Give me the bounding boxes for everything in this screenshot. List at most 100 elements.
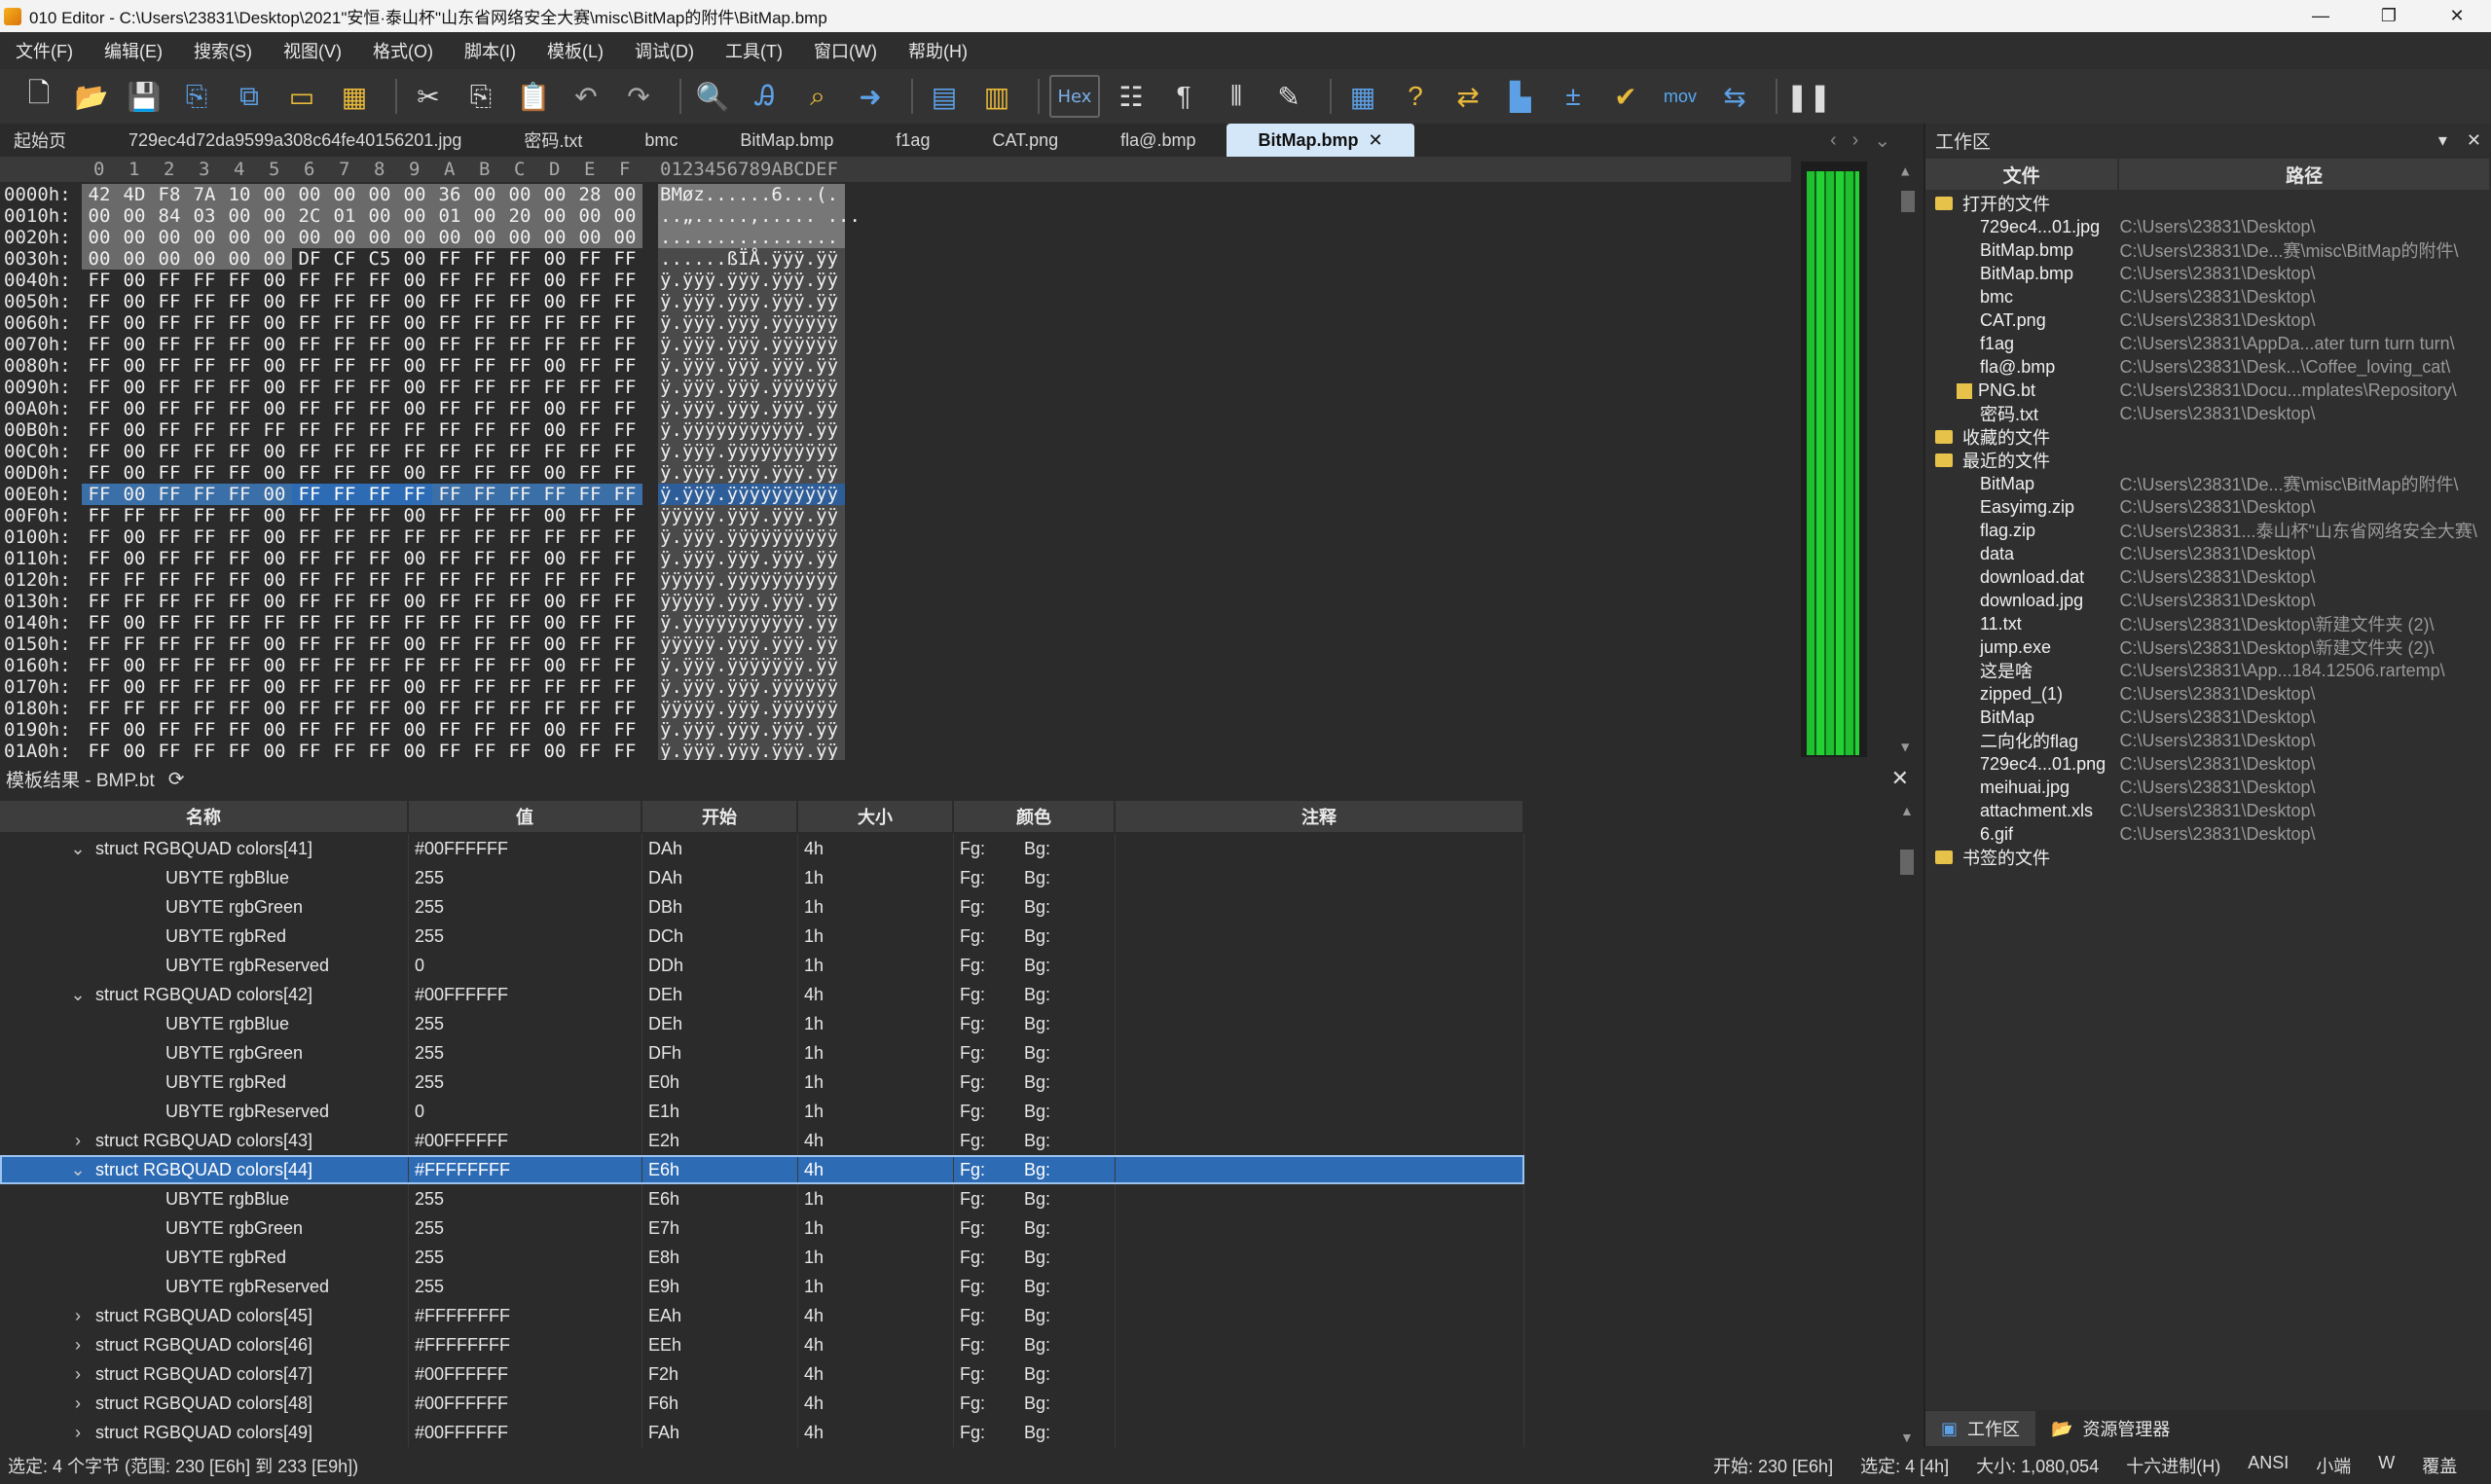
hex-byte[interactable]: FF <box>292 698 327 719</box>
ascii-text[interactable]: ÿÿÿÿÿ.ÿÿÿ.ÿÿÿÿÿÿ <box>658 698 845 719</box>
hex-byte[interactable]: 10 <box>222 184 257 205</box>
hex-byte[interactable]: FF <box>187 377 222 398</box>
color-cell[interactable]: Fg: Bg: <box>954 863 1116 892</box>
hex-byte[interactable]: FF <box>82 548 117 569</box>
hex-byte[interactable]: FF <box>502 698 537 719</box>
status-encoding[interactable]: ANSI <box>2248 1453 2289 1478</box>
ascii-text[interactable]: ÿ.ÿÿÿÿÿÿÿÿÿÿÿ.ÿÿ <box>658 612 845 633</box>
hex-byte[interactable]: 00 <box>397 719 432 741</box>
hex-byte[interactable]: 00 <box>397 248 432 270</box>
hex-byte[interactable]: FF <box>292 719 327 741</box>
hex-byte[interactable]: FF <box>362 741 397 762</box>
copy-icon[interactable]: ⎘ <box>459 75 502 118</box>
hex-byte[interactable]: 00 <box>397 698 432 719</box>
hex-byte[interactable]: FF <box>572 355 607 377</box>
maximize-button[interactable]: ❐ <box>2355 0 2423 32</box>
hex-byte[interactable]: FF <box>362 270 397 291</box>
hex-byte[interactable]: FF <box>327 398 362 419</box>
menu-view[interactable]: 视图(V) <box>283 38 342 63</box>
hex-byte[interactable]: FF <box>537 312 572 334</box>
hex-byte[interactable]: FF <box>187 334 222 355</box>
hex-byte[interactable]: 00 <box>117 291 152 312</box>
hex-byte[interactable]: FF <box>502 676 537 698</box>
hex-byte[interactable]: FF <box>82 398 117 419</box>
hex-byte[interactable]: FF <box>432 334 467 355</box>
run-template-icon[interactable]: ▥ <box>975 75 1018 118</box>
hex-byte[interactable]: FF <box>432 633 467 655</box>
ascii-text[interactable]: ÿ.ÿÿÿ.ÿÿÿ.ÿÿÿÿÿÿ <box>658 377 845 398</box>
hex-byte[interactable]: 00 <box>607 227 642 248</box>
hex-byte[interactable]: FF <box>397 612 432 633</box>
hex-byte[interactable]: FF <box>152 655 187 676</box>
hex-byte[interactable]: FF <box>152 441 187 462</box>
hex-byte[interactable]: FF <box>607 612 642 633</box>
ascii-text[interactable]: ÿ.ÿÿÿ.ÿÿÿÿÿÿÿÿÿÿ <box>658 526 845 548</box>
hex-byte[interactable]: 00 <box>502 227 537 248</box>
hex-byte[interactable]: FF <box>187 462 222 484</box>
ascii-text[interactable]: ÿÿÿÿÿ.ÿÿÿ.ÿÿÿ.ÿÿ <box>658 633 845 655</box>
workspace-file-item[interactable]: download.jpg C:\Users\23831\Desktop\ <box>1925 589 2491 612</box>
hex-byte[interactable]: 84 <box>152 205 187 227</box>
hex-byte[interactable]: 2C <box>292 205 327 227</box>
hex-byte[interactable]: FF <box>467 248 502 270</box>
pause-icon[interactable]: ❚❚ <box>1786 75 1832 118</box>
hex-byte[interactable]: FF <box>187 291 222 312</box>
group-favorite-files[interactable]: 收藏的文件 <box>1925 425 2491 449</box>
hex-byte[interactable]: FF <box>152 719 187 741</box>
chevron-right-icon[interactable]: › <box>68 1364 88 1385</box>
hex-byte[interactable]: FF <box>467 419 502 441</box>
hex-byte[interactable]: FF <box>152 548 187 569</box>
hex-byte[interactable]: FF <box>502 270 537 291</box>
hex-byte[interactable]: FF <box>292 612 327 633</box>
hex-byte[interactable]: FF <box>467 312 502 334</box>
hex-byte[interactable]: FF <box>467 548 502 569</box>
ascii-text[interactable]: ......ßÏÅ.ÿÿÿ.ÿÿ <box>658 248 845 270</box>
hex-byte[interactable]: FF <box>607 591 642 612</box>
hex-byte[interactable]: 00 <box>117 334 152 355</box>
hex-byte[interactable]: FF <box>82 698 117 719</box>
hex-byte[interactable]: 00 <box>117 398 152 419</box>
hex-byte[interactable]: 00 <box>397 312 432 334</box>
template-row[interactable]: UBYTE rgbBlue 255 DAh 1h Fg: Bg: <box>0 863 1524 892</box>
hex-byte[interactable]: FF <box>327 484 362 505</box>
hex-byte[interactable]: 00 <box>397 591 432 612</box>
hex-byte[interactable]: FF <box>572 334 607 355</box>
workspace-file-item[interactable]: BitMap C:\Users\23831\De...赛\misc\BitMap的… <box>1925 472 2491 495</box>
hex-byte[interactable]: FF <box>292 419 327 441</box>
hex-byte[interactable]: FF <box>327 612 362 633</box>
hex-byte[interactable]: FF <box>502 548 537 569</box>
workspace-file-item[interactable]: 729ec4...01.jpg C:\Users\23831\Desktop\ <box>1925 215 2491 238</box>
hex-byte[interactable]: FF <box>607 419 642 441</box>
save-icon[interactable]: 💾 <box>123 75 165 118</box>
template-row[interactable]: › struct RGBQUAD colors[45] #FFFFFFFF EAh 4h… <box>0 1301 1524 1330</box>
hex-byte[interactable]: 4D <box>117 184 152 205</box>
workspace-file-item[interactable]: f1ag C:\Users\23831\AppDa...ater turn tur… <box>1925 332 2491 355</box>
hex-byte[interactable]: FF <box>607 334 642 355</box>
hex-byte[interactable]: 00 <box>397 676 432 698</box>
hex-byte[interactable]: FF <box>607 462 642 484</box>
hex-byte[interactable]: FF <box>327 334 362 355</box>
hex-byte[interactable]: 00 <box>257 377 292 398</box>
hex-byte[interactable]: FF <box>502 441 537 462</box>
hex-byte[interactable]: 00 <box>257 205 292 227</box>
hex-byte[interactable]: FF <box>502 398 537 419</box>
hex-byte[interactable]: 00 <box>362 184 397 205</box>
hex-byte[interactable]: FF <box>82 612 117 633</box>
hex-byte[interactable]: 00 <box>82 205 117 227</box>
ascii-text[interactable]: ÿ.ÿÿÿ.ÿÿÿ.ÿÿÿ.ÿÿ <box>658 355 845 377</box>
hex-byte[interactable]: FF <box>292 569 327 591</box>
histogram-icon[interactable]: ▙ <box>1499 75 1542 118</box>
hex-byte[interactable]: 00 <box>257 248 292 270</box>
workspace-file-item[interactable]: fla@.bmp C:\Users\23831\Desk...\Coffee_lo… <box>1925 355 2491 379</box>
workspace-file-item[interactable]: data C:\Users\23831\Desktop\ <box>1925 542 2491 565</box>
undo-icon[interactable]: ↶ <box>565 75 607 118</box>
scroll-down-icon[interactable]: ▼ <box>1900 1430 1914 1445</box>
hex-byte[interactable]: 00 <box>537 270 572 291</box>
col-name[interactable]: 名称 <box>0 801 409 832</box>
hex-byte[interactable]: FF <box>537 441 572 462</box>
hex-byte[interactable]: 00 <box>397 205 432 227</box>
hex-byte[interactable]: FF <box>502 355 537 377</box>
hex-byte[interactable]: FF <box>117 591 152 612</box>
hex-byte[interactable]: FF <box>187 655 222 676</box>
ascii-text[interactable]: ÿ.ÿÿÿ.ÿÿÿ.ÿÿÿ.ÿÿ <box>658 398 845 419</box>
